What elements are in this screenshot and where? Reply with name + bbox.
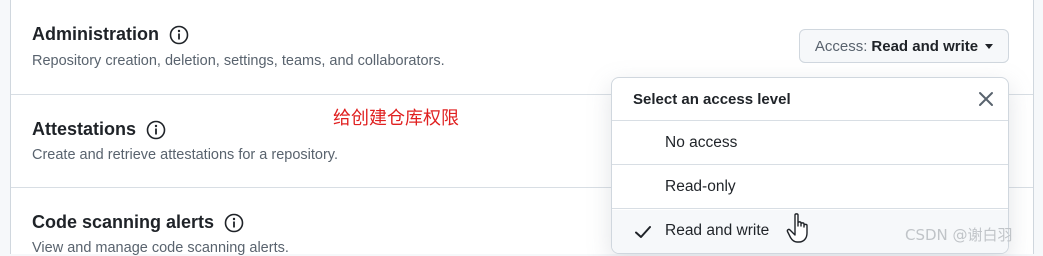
permission-title-text: Attestations — [32, 119, 137, 139]
permission-title-text: Administration — [32, 24, 160, 44]
option-label: No access — [665, 134, 738, 151]
access-value: Read and write — [871, 37, 979, 55]
caret-down-icon — [985, 43, 994, 49]
permission-description: Repository creation, deletion, settings,… — [32, 53, 445, 69]
info-icon[interactable] — [224, 213, 244, 233]
check-icon — [635, 226, 651, 238]
option-read-only[interactable]: Read-only — [612, 166, 1008, 209]
access-level-button[interactable]: Access: Read and write — [799, 29, 1009, 63]
option-label: Read-only — [665, 178, 736, 195]
permission-title: Administration — [32, 24, 189, 45]
close-icon[interactable] — [976, 89, 996, 109]
permission-description: Create and retrieve attestations for a r… — [32, 147, 338, 163]
info-icon[interactable] — [146, 120, 166, 140]
option-label: Read and write — [665, 222, 770, 239]
dropdown-title: Select an access level — [633, 91, 791, 108]
dropdown-header: Select an access level — [612, 78, 1008, 121]
watermark: CSDN @谢白羽 — [905, 226, 1013, 244]
annotation-text: 给创建仓库权限 — [333, 108, 459, 129]
info-icon[interactable] — [169, 25, 189, 45]
hand-pointer-icon — [786, 213, 808, 243]
permission-title: Attestations — [32, 119, 166, 140]
access-label: Access: — [814, 37, 868, 55]
permission-title: Code scanning alerts — [32, 212, 244, 233]
option-no-access[interactable]: No access — [612, 122, 1008, 165]
permission-title-text: Code scanning alerts — [32, 212, 215, 232]
